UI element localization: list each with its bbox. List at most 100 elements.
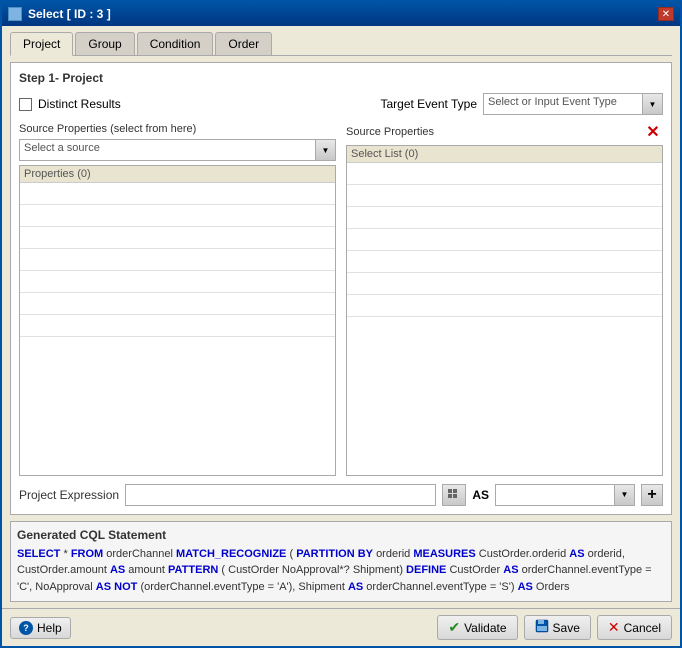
source-dropdown[interactable]: Select a source (19, 139, 316, 161)
window-title: Select [ ID : 3 ] (28, 7, 111, 21)
kw-match: MATCH_RECOGNIZE (176, 548, 286, 560)
kw-as2: AS (110, 564, 125, 576)
kw-pattern: PATTERN (168, 564, 218, 576)
main-window: Select [ ID : 3 ] ✕ Project Group Condit… (0, 0, 682, 648)
list-item (20, 249, 335, 271)
event-type-input[interactable]: Select or Input Event Type (483, 93, 643, 115)
cancel-label: Cancel (624, 621, 661, 635)
kw-select: SELECT (17, 548, 60, 560)
event-type-dropdown-btn[interactable]: ▼ (643, 93, 663, 115)
source-dropdown-btn[interactable]: ▼ (316, 139, 336, 161)
cql-part-1: * (63, 548, 70, 560)
content-area: Project Group Condition Order Step 1- Pr… (2, 26, 680, 608)
validate-button[interactable]: ✔ Validate (437, 615, 517, 640)
tab-project[interactable]: Project (10, 32, 73, 56)
project-expr-label: Project Expression (19, 488, 119, 502)
expression-editor-button[interactable] (442, 484, 466, 506)
cql-text: SELECT * FROM orderChannel MATCH_RECOGNI… (17, 546, 665, 596)
cql-part-5: CustOrder.orderid (479, 548, 569, 560)
list-item (347, 273, 662, 295)
tab-group[interactable]: Group (75, 32, 134, 55)
add-button[interactable]: + (641, 484, 663, 506)
list-item (347, 163, 662, 185)
event-type-placeholder: Select or Input Event Type (488, 96, 617, 108)
tab-condition[interactable]: Condition (137, 32, 214, 55)
cql-part-12: (orderChannel.eventType = 'A'), Shipment (140, 581, 348, 593)
as-label: AS (472, 488, 489, 502)
save-icon (535, 619, 549, 636)
list-item (347, 185, 662, 207)
source-right-header: Source Properties ✕ (346, 123, 663, 141)
window-icon (8, 7, 22, 21)
kw-as5: AS (348, 581, 363, 593)
source-select-row: Select a source ▼ (19, 139, 336, 161)
bottom-bar: ? Help ✔ Validate Save ✕ Cance (2, 608, 680, 646)
as-input[interactable] (495, 484, 615, 506)
as-input-row: ▼ (495, 484, 635, 506)
source-left-title: Source Properties (select from here) (19, 123, 336, 135)
title-bar-left: Select [ ID : 3 ] (8, 7, 111, 21)
list-item (20, 271, 335, 293)
source-right-title: Source Properties (346, 126, 434, 138)
cql-part-13: orderChannel.eventType = 'S') (366, 581, 517, 593)
save-button[interactable]: Save (524, 615, 591, 640)
help-label: Help (37, 621, 62, 635)
source-right-panel: Source Properties ✕ Select List (0) (346, 123, 663, 476)
kw-as6: AS (518, 581, 533, 593)
tab-bar: Project Group Condition Order (10, 32, 672, 56)
list-item (20, 293, 335, 315)
target-event-label: Target Event Type (380, 97, 477, 111)
close-button[interactable]: ✕ (658, 7, 674, 21)
kw-as4: AS (96, 581, 111, 593)
list-item (347, 207, 662, 229)
cql-title: Generated CQL Statement (17, 528, 665, 542)
source-left-panel: Source Properties (select from here) Sel… (19, 123, 336, 476)
remove-button[interactable]: ✕ (643, 123, 663, 141)
cql-part-2: orderChannel (106, 548, 176, 560)
list-item (347, 251, 662, 273)
validate-icon: ✔ (448, 619, 460, 636)
list-item (20, 183, 335, 205)
cql-part-7: amount (128, 564, 168, 576)
kw-partition: PARTITION BY (296, 548, 373, 560)
distinct-row: Distinct Results Target Event Type Selec… (19, 93, 663, 115)
distinct-checkbox[interactable] (19, 98, 32, 111)
source-dropdown-placeholder: Select a source (24, 142, 100, 154)
cql-part-9: CustOrder (449, 564, 503, 576)
list-item (20, 315, 335, 337)
cql-part-4: orderid (376, 548, 413, 560)
event-type-select: Select or Input Event Type ▼ (483, 93, 663, 115)
grid-icon (447, 488, 461, 502)
validate-label: Validate (464, 621, 506, 635)
right-buttons: ✔ Validate Save ✕ Cancel (437, 615, 672, 640)
list-item (20, 227, 335, 249)
main-panel: Step 1- Project Distinct Results Target … (10, 62, 672, 515)
kw-not: NOT (114, 581, 137, 593)
list-item (347, 295, 662, 317)
kw-as3: AS (503, 564, 518, 576)
cql-part-14: Orders (536, 581, 570, 593)
tab-order[interactable]: Order (215, 32, 272, 55)
cancel-button[interactable]: ✕ Cancel (597, 615, 672, 640)
source-left-list-header: Properties (0) (20, 166, 335, 183)
project-expression-row: Project Expression AS ▼ + (19, 484, 663, 506)
help-button[interactable]: ? Help (10, 617, 71, 639)
kw-measures: MEASURES (413, 548, 475, 560)
title-bar: Select [ ID : 3 ] ✕ (2, 2, 680, 26)
help-icon: ? (19, 621, 33, 635)
source-left-list: Properties (0) (19, 165, 336, 476)
as-dropdown-btn[interactable]: ▼ (615, 484, 635, 506)
distinct-label: Distinct Results (38, 97, 121, 111)
cancel-icon: ✕ (608, 619, 620, 636)
cql-part-8: ( CustOrder NoApproval*? Shipment) (221, 564, 406, 576)
kw-from: FROM (71, 548, 103, 560)
list-item (347, 229, 662, 251)
list-item (20, 205, 335, 227)
project-expr-input[interactable] (125, 484, 436, 506)
distinct-left: Distinct Results (19, 97, 121, 111)
save-label: Save (553, 621, 580, 635)
kw-define: DEFINE (406, 564, 446, 576)
step-label: Step 1- Project (19, 71, 663, 85)
source-right-list-header: Select List (0) (347, 146, 662, 163)
source-row: Source Properties (select from here) Sel… (19, 123, 663, 476)
